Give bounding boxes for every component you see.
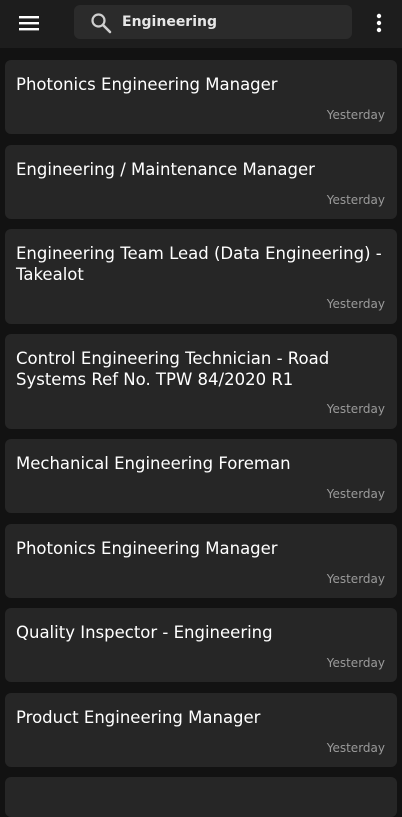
job-title: Photonics Engineering Manager: [16, 539, 278, 558]
search-bar[interactable]: [74, 5, 352, 39]
job-posted-time: Yesterday: [326, 193, 385, 207]
more-vertical-icon[interactable]: [368, 10, 390, 36]
job-card-partial[interactable]: [5, 777, 397, 817]
job-posted-time: Yesterday: [326, 741, 385, 755]
job-title: Photonics Engineering Manager: [16, 75, 278, 94]
job-card[interactable]: Photonics Engineering Manager Yesterday: [5, 524, 397, 598]
job-title: Quality Inspector - Engineering: [16, 623, 273, 642]
job-card[interactable]: Control Engineering Technician - Road Sy…: [5, 334, 397, 429]
job-posted-time: Yesterday: [326, 108, 385, 122]
job-title: Engineering / Maintenance Manager: [16, 160, 315, 179]
job-card[interactable]: Photonics Engineering Manager Yesterday: [5, 60, 397, 134]
job-posted-time: Yesterday: [326, 656, 385, 670]
job-card[interactable]: Engineering Team Lead (Data Engineering)…: [5, 229, 397, 324]
job-posted-time: Yesterday: [326, 297, 385, 311]
job-title: Mechanical Engineering Foreman: [16, 454, 291, 473]
search-icon: [90, 12, 112, 34]
job-posted-time: Yesterday: [326, 402, 385, 416]
job-title: Product Engineering Manager: [16, 708, 261, 727]
top-app-bar: [0, 0, 402, 48]
job-card[interactable]: Quality Inspector - Engineering Yesterda…: [5, 608, 397, 682]
search-input[interactable]: [122, 5, 342, 39]
job-card[interactable]: Product Engineering Manager Yesterday: [5, 693, 397, 767]
job-posted-time: Yesterday: [326, 572, 385, 586]
hamburger-menu-icon[interactable]: [14, 10, 44, 36]
job-card[interactable]: Engineering / Maintenance Manager Yester…: [5, 145, 397, 219]
job-title: Engineering Team Lead (Data Engineering)…: [16, 244, 382, 284]
job-card[interactable]: Mechanical Engineering Foreman Yesterday: [5, 439, 397, 513]
job-posted-time: Yesterday: [326, 487, 385, 501]
job-title: Control Engineering Technician - Road Sy…: [16, 349, 330, 389]
